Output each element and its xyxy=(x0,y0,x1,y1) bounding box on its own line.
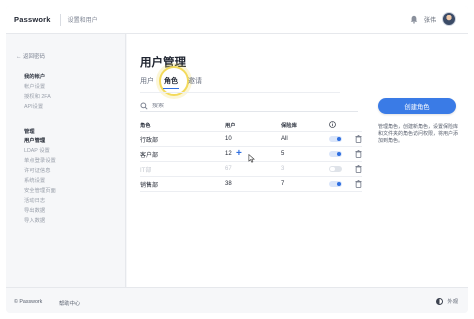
table-row[interactable]: 销售部 38 7 xyxy=(140,177,362,192)
sidebar-item-activity-log[interactable]: 活动日志 xyxy=(24,196,45,204)
trash-icon[interactable] xyxy=(355,180,362,188)
sidebar-item-ldap[interactable]: LDAP 设置 xyxy=(24,146,50,154)
app-window: Passwork 设置和用户 张伟 ← 返回密码 我的帐户 帐户设置 授权和 2… xyxy=(6,6,468,313)
user-area: 张伟 xyxy=(410,12,456,26)
sidebar-item-import[interactable]: 导入数据 xyxy=(24,216,45,224)
top-bar: Passwork 设置和用户 张伟 xyxy=(6,6,468,34)
sidebar-item-security-dashboard[interactable]: 安全管理页面 xyxy=(24,186,56,194)
sidebar-item-license[interactable]: 许可证信息 xyxy=(24,166,51,174)
role-name: 行政部 xyxy=(140,137,159,144)
sidebar-item-export[interactable]: 导出数据 xyxy=(24,206,45,214)
role-vaults: 3 xyxy=(281,166,285,172)
table-row[interactable]: 客户部 12 5 + xyxy=(140,147,362,163)
trash-icon[interactable] xyxy=(355,135,362,143)
breadcrumb[interactable]: 设置和用户 xyxy=(68,15,98,24)
sidebar-item-system-settings[interactable]: 系统设置 xyxy=(24,176,45,184)
help-center-link[interactable]: 帮助中心 xyxy=(59,299,80,307)
create-role-button[interactable]: 创建角色 xyxy=(378,98,456,114)
theme-label: 外观 xyxy=(447,299,458,305)
sidebar-item-account-settings[interactable]: 帐户设置 xyxy=(24,82,45,90)
plus-icon[interactable]: + xyxy=(236,148,242,159)
main-content: 用户管理 用户 角色 邀请 角色 用户 保险库 xyxy=(127,34,468,287)
theme-toggle-icon xyxy=(436,297,444,305)
tab-invitations[interactable]: 邀请 xyxy=(188,76,202,86)
cursor-icon xyxy=(248,154,255,163)
trash-icon[interactable] xyxy=(355,165,362,173)
roles-description: 管理角色，创建新角色，设置保险库和文件夹的角色访问权限，将用户添加到角色。 xyxy=(378,124,459,144)
table-row[interactable]: IT部 67 3 xyxy=(140,162,362,177)
role-users: 10 xyxy=(225,136,232,142)
trash-icon[interactable] xyxy=(355,150,362,158)
role-users: 38 xyxy=(225,181,232,187)
theme-switch[interactable]: 外观 xyxy=(436,297,458,305)
sidebar-item-sso[interactable]: 单点登录设置 xyxy=(24,156,56,164)
role-name: 客户部 xyxy=(140,152,159,159)
role-enabled-toggle[interactable] xyxy=(329,135,342,143)
sidebar-group-my-account: 我的帐户 xyxy=(24,74,46,80)
roles-table: 角色 用户 保险库 行政部 10 All 客户部 12 5 + IT部 67 3… xyxy=(140,118,362,192)
footer: © Passwork 帮助中心 外观 xyxy=(6,287,468,313)
role-vaults: All xyxy=(281,136,288,142)
sidebar-item-api-settings[interactable]: API设置 xyxy=(24,102,43,110)
search-bar[interactable] xyxy=(140,100,358,112)
sidebar-item-auth-2fa[interactable]: 授权和 2FA xyxy=(24,92,51,100)
role-vaults: 5 xyxy=(281,151,285,157)
role-enabled-toggle[interactable] xyxy=(329,165,342,173)
tab-underline-track xyxy=(140,92,340,93)
bell-icon[interactable] xyxy=(410,15,418,24)
col-users[interactable]: 用户 xyxy=(225,121,281,129)
tab-users[interactable]: 用户 xyxy=(140,76,154,86)
sidebar-group-admin: 管理 xyxy=(24,129,35,135)
header-divider xyxy=(59,13,61,26)
sidebar: ← 返回密码 我的帐户 帐户设置 授权和 2FA API设置 管理 用户管理 L… xyxy=(6,34,126,287)
col-status xyxy=(329,121,349,128)
role-enabled-toggle[interactable] xyxy=(329,150,342,158)
search-icon xyxy=(140,101,148,110)
col-vaults[interactable]: 保险库 xyxy=(281,121,329,129)
search-input[interactable] xyxy=(152,102,342,109)
avatar[interactable] xyxy=(442,12,456,26)
role-name: IT部 xyxy=(140,167,152,174)
user-name[interactable]: 张伟 xyxy=(424,15,436,24)
table-row[interactable]: 行政部 10 All xyxy=(140,132,362,147)
role-name: 销售部 xyxy=(140,182,159,189)
info-icon[interactable] xyxy=(329,121,336,128)
sidebar-item-user-management[interactable]: 用户管理 xyxy=(24,136,45,144)
col-role[interactable]: 角色 xyxy=(140,121,225,129)
footer-copyright: © Passwork xyxy=(14,299,43,305)
role-vaults: 7 xyxy=(281,181,285,187)
role-enabled-toggle[interactable] xyxy=(329,180,342,188)
role-users: 67 xyxy=(225,166,232,172)
table-header: 角色 用户 保险库 xyxy=(140,118,362,132)
tab-roles[interactable]: 角色 xyxy=(163,76,179,89)
brand-logo[interactable]: Passwork xyxy=(14,15,51,24)
tab-bar: 用户 角色 邀请 xyxy=(140,76,212,89)
back-to-passwords-link[interactable]: ← 返回密码 xyxy=(16,52,45,60)
